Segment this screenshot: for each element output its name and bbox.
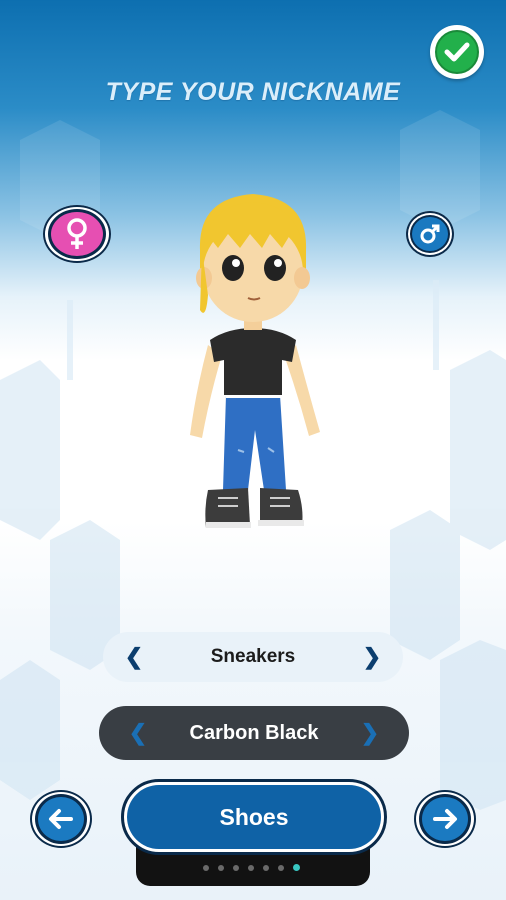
category-button[interactable]: Shoes [121,779,387,855]
check-icon [444,42,470,62]
confirm-button[interactable] [430,25,484,79]
male-button-face [410,215,450,253]
avatar-character[interactable] [178,190,328,530]
male-gender-button[interactable] [406,211,454,257]
female-button-face [48,209,106,259]
page-dot [218,864,224,871]
female-symbol-icon [67,218,87,249]
item-selector: ❮ Sneakers ❯ [103,632,403,682]
nickname-input[interactable]: TYPE YOUR NICKNAME [0,78,506,107]
page-dot [263,864,269,871]
next-category-button[interactable] [414,790,476,848]
page-dot [203,864,209,871]
customization-screen: TYPE YOUR NICKNAME ❮ Sneakers ❯ ❮ Carbon… [0,0,506,900]
color-selector: ❮ Carbon Black ❯ [99,706,409,760]
color-prev-arrow[interactable]: ❮ [125,720,151,746]
next-button-face [419,794,471,844]
previous-category-button[interactable] [30,790,92,848]
color-name-label: Carbon Black [189,721,319,744]
page-dot-active [293,864,300,871]
female-gender-button[interactable] [43,205,111,263]
arrow-left-icon [49,809,73,829]
item-prev-arrow[interactable]: ❮ [121,644,147,670]
previous-button-face [35,794,87,844]
category-button-face: Shoes [127,785,381,849]
category-label: Shoes [219,803,289,830]
page-dot [233,864,239,871]
arrow-right-icon [433,809,457,829]
male-symbol-icon [420,224,440,244]
page-dot [278,864,284,871]
confirm-button-face [435,30,479,74]
item-next-arrow[interactable]: ❯ [359,644,385,670]
page-dot [248,864,254,871]
color-next-arrow[interactable]: ❯ [357,720,383,746]
item-name-label: Sneakers [210,646,296,667]
category-page-indicator [203,864,300,871]
